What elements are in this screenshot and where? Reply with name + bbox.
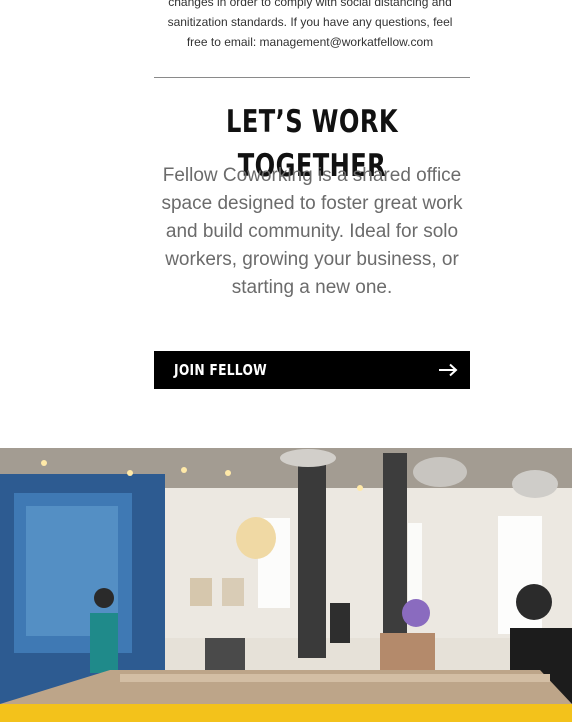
notice-line-3: free to email: management@workatfellow.c… <box>186 35 434 49</box>
notice-line-1: changes in order to comply with social d… <box>168 0 452 9</box>
section-divider <box>154 77 470 78</box>
coworking-space-photo <box>0 448 572 704</box>
footer-accent-band <box>0 704 572 722</box>
section-intro: Fellow Coworking is a shared office spac… <box>161 165 463 298</box>
join-fellow-button[interactable]: JOIN FELLOW <box>154 351 470 389</box>
arrow-right-icon <box>438 363 458 377</box>
join-fellow-label: JOIN FELLOW <box>174 361 267 379</box>
notice-line-2: sanitization standards. If you have any … <box>167 15 453 29</box>
email-notice: changes in order to comply with social d… <box>150 0 470 52</box>
